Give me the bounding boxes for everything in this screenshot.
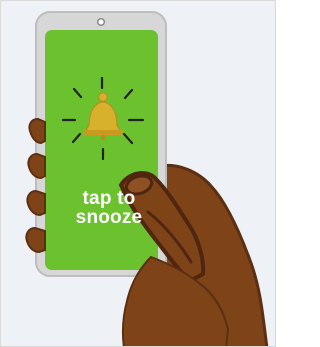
tap-to-snooze-text: tap to snooze	[49, 189, 169, 227]
phone-screen-tap-area[interactable]	[39, 13, 168, 275]
snooze-label: snooze	[75, 207, 143, 228]
illustration-frame: tap to snooze	[0, 0, 276, 347]
tap-to-label: tap to	[82, 188, 136, 209]
